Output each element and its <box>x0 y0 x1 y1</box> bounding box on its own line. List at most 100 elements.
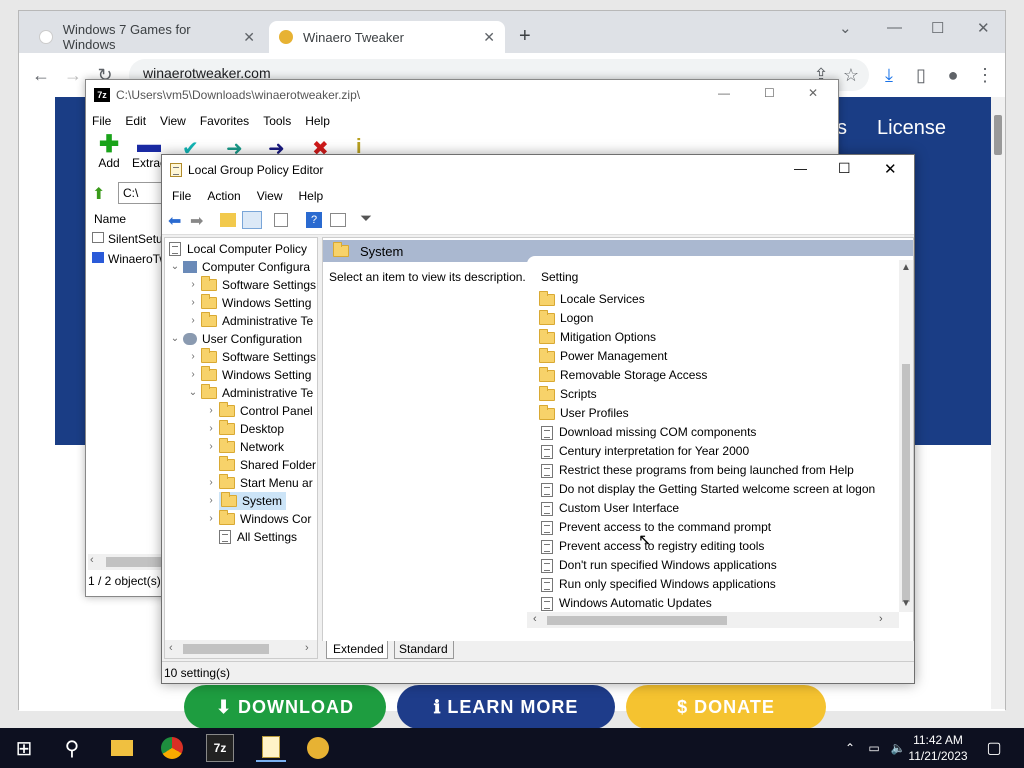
tree-all-settings[interactable]: All Settings <box>203 528 297 546</box>
gpedit-taskbar-icon[interactable] <box>256 734 286 762</box>
extended-view-icon[interactable] <box>330 213 346 227</box>
list-item-policy[interactable]: Century interpretation for Year 2000 <box>541 442 749 461</box>
add-button[interactable]: ✚ Add <box>94 133 124 171</box>
list-item-policy[interactable]: Do not display the Getting Started welco… <box>541 480 875 499</box>
chevron-right-icon[interactable]: › <box>185 348 201 366</box>
list-item-policy[interactable]: Download missing COM components <box>541 423 756 442</box>
close-button[interactable]: ✕ <box>977 19 990 37</box>
scroll-down-icon[interactable]: ▼ <box>901 598 911 609</box>
list-item-folder[interactable]: Scripts <box>539 385 597 404</box>
column-name-header[interactable]: Name <box>94 212 126 226</box>
tree-windows-components[interactable]: › Windows Cor <box>203 510 311 528</box>
learn-more-button[interactable]: ℹ LEARN MORE <box>397 685 615 729</box>
page-scrollbar[interactable] <box>991 97 1005 709</box>
scroll-thumb[interactable] <box>106 557 162 567</box>
start-windows-icon[interactable]: ⊞ <box>10 734 38 762</box>
menu-file[interactable]: File <box>172 189 191 203</box>
scroll-thumb[interactable] <box>994 115 1002 155</box>
maximize-button[interactable]: ☐ <box>931 19 944 37</box>
scroll-right-icon[interactable]: › <box>879 613 883 625</box>
chevron-right-icon[interactable]: › <box>185 312 201 330</box>
list-item-folder[interactable]: User Profiles <box>539 404 629 423</box>
maximize-button[interactable]: ☐ <box>764 86 775 100</box>
list-item-policy[interactable]: Don't run specified Windows applications <box>541 556 777 575</box>
menu-view[interactable]: View <box>160 114 186 128</box>
notifications-icon[interactable]: ▢ <box>980 734 1008 762</box>
chevron-right-icon[interactable]: › <box>185 276 201 294</box>
chevron-right-icon[interactable]: › <box>203 492 219 510</box>
menu-action[interactable]: Action <box>207 189 240 203</box>
list-item-folder[interactable]: Logon <box>539 309 593 328</box>
tree-network[interactable]: › Network <box>203 438 284 456</box>
tree-system[interactable]: › System <box>203 492 287 510</box>
tree-user-admin-templates[interactable]: ⌄ Administrative Te <box>185 384 313 402</box>
tree-computer-configuration[interactable]: ⌄ Computer Configura <box>167 258 310 276</box>
column-setting-header[interactable]: Setting <box>541 270 578 284</box>
chevron-down-icon[interactable]: ⌄ <box>185 384 201 402</box>
tree-desktop[interactable]: › Desktop <box>203 420 284 438</box>
list-item-policy[interactable]: Restrict these programs from being launc… <box>541 461 854 480</box>
list-h-scrollbar[interactable]: ‹ › <box>527 612 899 628</box>
tab-windows7-games[interactable]: Windows 7 Games for Windows ✕ <box>29 21 265 53</box>
minimize-button[interactable]: — <box>794 161 807 176</box>
tab-search-icon[interactable]: ⌄ <box>839 19 852 37</box>
menu-favorites[interactable]: Favorites <box>200 114 249 128</box>
up-folder-icon[interactable]: ⬆ <box>92 184 112 204</box>
forward-button[interactable]: → <box>61 63 85 87</box>
up-level-icon[interactable] <box>220 213 236 227</box>
nav-license-link[interactable]: License <box>877 117 946 140</box>
forward-icon[interactable]: ➡ <box>190 211 203 231</box>
close-tab-icon[interactable]: ✕ <box>483 29 495 46</box>
chevron-right-icon[interactable]: › <box>203 510 219 528</box>
scroll-thumb[interactable] <box>183 644 269 654</box>
file-row[interactable]: WinaeroTw <box>92 252 168 266</box>
maximize-button[interactable]: ☐ <box>838 160 851 177</box>
list-v-scrollbar[interactable]: ▲ ▼ <box>899 260 913 612</box>
tree-computer-admin-templates[interactable]: › Administrative Te <box>185 312 313 330</box>
back-button[interactable]: ← <box>29 63 53 87</box>
tree-local-computer-policy[interactable]: Local Computer Policy <box>169 240 307 258</box>
scroll-thumb[interactable] <box>902 364 910 602</box>
tree-user-software-settings[interactable]: › Software Settings <box>185 348 316 366</box>
scroll-thumb[interactable] <box>547 616 727 625</box>
list-item-folder[interactable]: Mitigation Options <box>539 328 656 347</box>
tab-winaero-tweaker[interactable]: Winaero Tweaker ✕ <box>269 21 505 53</box>
clock[interactable]: 11:42 AM 11/21/2023 <box>906 732 970 764</box>
help-icon[interactable]: ? <box>306 212 322 228</box>
close-button[interactable]: ✕ <box>808 86 818 100</box>
list-item-folder[interactable]: Removable Storage Access <box>539 366 707 385</box>
side-panel-icon[interactable]: ▯ <box>909 63 933 87</box>
menu-tools[interactable]: Tools <box>263 114 291 128</box>
chevron-down-icon[interactable]: ⌄ <box>167 330 183 348</box>
minimize-button[interactable]: — <box>887 19 902 36</box>
menu-help[interactable]: Help <box>305 114 330 128</box>
tree-shared-folders[interactable]: Shared Folder <box>203 456 316 474</box>
downloads-icon[interactable]: ⤓ <box>877 63 901 87</box>
donate-button[interactable]: $ DONATE <box>626 685 826 729</box>
tree-computer-windows-settings[interactable]: › Windows Setting <box>185 294 311 312</box>
winaero-taskbar-icon[interactable] <box>304 734 332 762</box>
profile-icon[interactable]: ● <box>941 63 965 87</box>
back-icon[interactable]: ⬅ <box>168 211 181 231</box>
menu-view[interactable]: View <box>257 189 283 203</box>
chevron-right-icon[interactable]: › <box>203 438 219 456</box>
file-explorer-icon[interactable] <box>108 734 136 762</box>
export-list-icon[interactable] <box>274 213 288 227</box>
chevron-down-icon[interactable]: ⌄ <box>167 258 183 276</box>
tree-user-windows-settings[interactable]: › Windows Setting <box>185 366 311 384</box>
list-item-policy[interactable]: Prevent access to registry editing tools <box>541 537 764 556</box>
tree-start-menu[interactable]: › Start Menu ar <box>203 474 313 492</box>
list-item-folder[interactable]: Locale Services <box>539 290 645 309</box>
bookmark-star-icon[interactable]: ☆ <box>839 63 863 87</box>
menu-edit[interactable]: Edit <box>125 114 146 128</box>
tab-extended[interactable]: Extended <box>326 641 388 659</box>
search-icon[interactable]: ⚲ <box>58 734 86 762</box>
tab-standard[interactable]: Standard <box>394 641 454 659</box>
list-item-policy[interactable]: Run only specified Windows applications <box>541 575 776 594</box>
list-item-policy[interactable]: Prevent access to the command prompt <box>541 518 771 537</box>
list-item-policy[interactable]: Custom User Interface <box>541 499 679 518</box>
download-button[interactable]: ⬇ DOWNLOAD <box>184 685 386 729</box>
close-tab-icon[interactable]: ✕ <box>243 29 255 46</box>
tree-computer-software-settings[interactable]: › Software Settings <box>185 276 316 294</box>
scroll-up-icon[interactable]: ▲ <box>901 262 911 273</box>
